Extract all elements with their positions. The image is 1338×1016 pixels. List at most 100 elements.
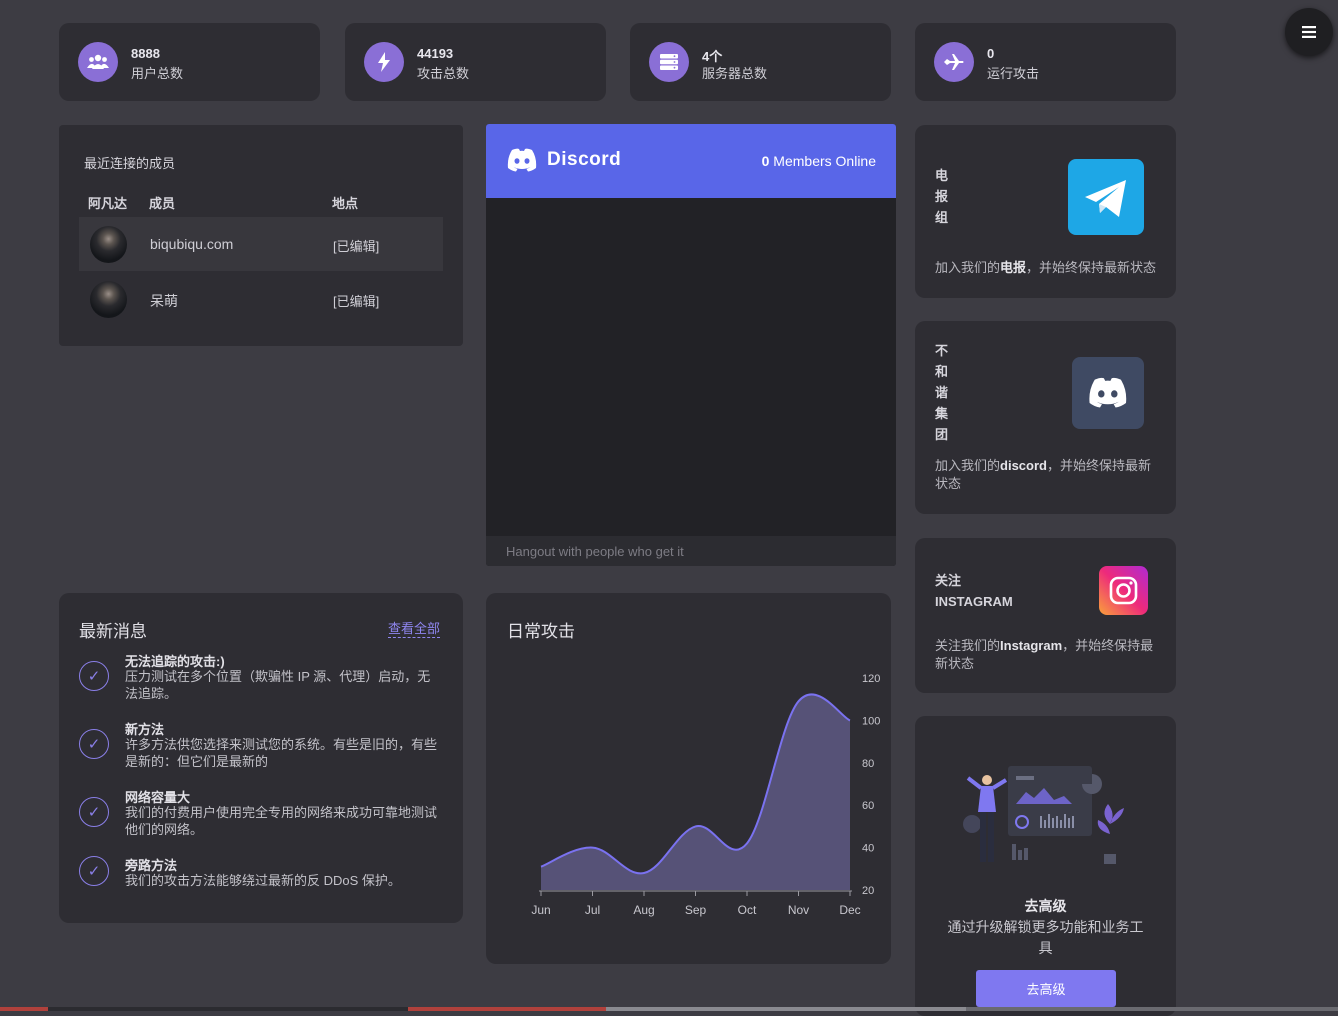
- telegram-desc: 加入我们的电报，并始终保持最新状态: [935, 259, 1161, 277]
- upgrade-title: 去高级: [915, 896, 1176, 916]
- stat-card-running: 0 运行攻击: [915, 23, 1176, 101]
- desc-bold: discord: [1000, 458, 1047, 473]
- discord-widget[interactable]: Discord 0 Members Online Hangout with pe…: [486, 124, 896, 566]
- menu-button[interactable]: [1285, 8, 1333, 56]
- footer-text: Hangout with people who get it: [506, 544, 684, 559]
- desc-prefix: 加入我们的: [935, 458, 1000, 473]
- stat-value: 0: [987, 46, 994, 61]
- y-tick-label: 100: [862, 715, 880, 727]
- discord-brand: Discord: [547, 149, 621, 171]
- online-label: Members Online: [773, 153, 876, 169]
- desc-suffix: ，并始终保持最新状态: [1026, 260, 1156, 275]
- y-tick-label: 80: [862, 758, 874, 770]
- discord-widget-footer: Hangout with people who get it: [486, 536, 896, 566]
- title-char: 报: [935, 186, 948, 207]
- title-char: 集: [935, 403, 948, 424]
- y-tick-label: 60: [862, 800, 874, 812]
- view-all-link[interactable]: 查看全部: [388, 618, 440, 638]
- member-name: 呆萌: [150, 291, 178, 311]
- x-tick-label: Dec: [839, 903, 860, 917]
- title-char: 不: [935, 340, 948, 361]
- x-tick-label: Oct: [738, 903, 757, 917]
- discord-widget-header: Discord 0 Members Online: [486, 124, 896, 198]
- recent-members-card: 最近连接的成员 阿凡达 成员 地点 biqubiqu.com [已编辑] 呆萌 …: [59, 125, 463, 346]
- presentation-illustration: [960, 764, 1130, 874]
- news-item-desc: 许多方法供您选择来测试您的系统。有些是旧的，有些是新的：但它们是最新的: [125, 736, 443, 770]
- news-item-desc: 我们的攻击方法能够绕过最新的反 DDoS 保护。: [125, 872, 443, 889]
- users-icon: [78, 42, 118, 82]
- stat-label: 攻击总数: [417, 63, 469, 82]
- bolt-icon: [364, 42, 404, 82]
- x-tick-label: Nov: [788, 903, 809, 917]
- member-location: [已编辑]: [333, 291, 379, 310]
- instagram-card[interactable]: 关注 INSTAGRAM 关注我们的Instagram，并始终保持最新状态: [915, 538, 1176, 693]
- news-card: 最新消息 查看全部 ✓ 无法追踪的攻击:) 压力测试在多个位置（欺骗性 IP 源…: [59, 593, 463, 923]
- instagram-title: 关注 INSTAGRAM: [935, 570, 1013, 612]
- stat-label: 服务器总数: [702, 63, 767, 82]
- stat-card-users: 8888 用户总数: [59, 23, 320, 101]
- bottom-scrollbar[interactable]: [0, 1007, 1338, 1011]
- y-tick-label: 40: [862, 843, 874, 855]
- table-row: 呆萌 [已编辑]: [79, 272, 443, 326]
- x-tick-label: Jun: [531, 903, 550, 917]
- column-header-avatar: 阿凡达: [88, 193, 127, 212]
- bottom-bar-segment: [408, 1007, 606, 1011]
- plane-icon: [934, 42, 974, 82]
- column-header-location: 地点: [332, 193, 358, 212]
- daily-attacks-chart: Jun Jul Aug Sep Oct Nov Dec20 40 60 80 100 120: [486, 593, 891, 964]
- hamburger-icon: [1302, 26, 1316, 38]
- y-tick-label: 120: [862, 673, 880, 685]
- desc-prefix: 加入我们的: [935, 260, 1000, 275]
- discord-icon[interactable]: [1072, 357, 1144, 429]
- title-line: 关注: [935, 570, 1013, 591]
- card-title: 最近连接的成员: [84, 153, 175, 172]
- x-tick-label: Aug: [633, 903, 654, 917]
- telegram-title: 电 报 组: [935, 165, 948, 228]
- member-name: biqubiqu.com: [150, 236, 233, 252]
- daily-attacks-card: 日常攻击 JunJulAugSepOctNovDec20406080100120: [486, 593, 891, 964]
- telegram-icon[interactable]: [1068, 159, 1144, 235]
- stat-value: 44193: [417, 46, 453, 61]
- stat-card-servers: 4个 服务器总数: [630, 23, 891, 101]
- upgrade-button[interactable]: 去高级: [976, 970, 1116, 1007]
- check-icon: ✓: [79, 729, 109, 759]
- bottom-bar-segment: [606, 1007, 966, 1011]
- avatar: [90, 226, 127, 263]
- news-title: 最新消息: [79, 617, 147, 642]
- column-header-member: 成员: [149, 193, 175, 212]
- y-tick-label: 20: [862, 885, 874, 897]
- discord-logo-icon: [506, 148, 538, 177]
- check-icon: ✓: [79, 661, 109, 691]
- stat-label: 用户总数: [131, 63, 183, 82]
- members-online: 0 Members Online: [762, 153, 876, 169]
- discord-group-desc: 加入我们的discord，并始终保持最新状态: [935, 457, 1161, 493]
- bottom-bar-segment: [48, 1007, 408, 1011]
- x-tick-label: Sep: [685, 903, 707, 917]
- instagram-icon[interactable]: [1099, 566, 1148, 615]
- desc-bold: Instagram: [1000, 638, 1062, 653]
- telegram-card[interactable]: 电 报 组 加入我们的电报，并始终保持最新状态: [915, 125, 1176, 298]
- title-char: 团: [935, 424, 948, 445]
- bottom-bar-segment: [0, 1007, 48, 1011]
- member-location: [已编辑]: [333, 236, 379, 255]
- stat-card-attacks: 44193 攻击总数: [345, 23, 606, 101]
- news-item-desc: 压力测试在多个位置（欺骗性 IP 源、代理）启动，无法追踪。: [125, 668, 443, 702]
- discord-group-title: 不 和 谐 集 团: [935, 340, 948, 445]
- discord-group-card[interactable]: 不 和 谐 集 团 加入我们的discord，并始终保持最新状态: [915, 321, 1176, 514]
- chart-area: [541, 694, 850, 890]
- check-icon: ✓: [79, 856, 109, 886]
- server-icon: [649, 42, 689, 82]
- check-icon: ✓: [79, 797, 109, 827]
- instagram-desc: 关注我们的Instagram，并始终保持最新状态: [935, 637, 1161, 673]
- upgrade-desc: 通过升级解锁更多功能和业务工具: [945, 917, 1146, 959]
- title-line: INSTAGRAM: [935, 591, 1013, 612]
- desc-bold: 电报: [1000, 260, 1026, 275]
- desc-prefix: 关注我们的: [935, 638, 1000, 653]
- x-tick-label: Jul: [585, 903, 600, 917]
- title-char: 谐: [935, 382, 948, 403]
- stat-label: 运行攻击: [987, 63, 1039, 82]
- news-item-desc: 我们的付费用户使用完全专用的网络来成功可靠地测试他们的网络。: [125, 804, 443, 838]
- title-char: 组: [935, 207, 948, 228]
- title-char: 电: [935, 165, 948, 186]
- table-row: biqubiqu.com [已编辑]: [79, 217, 443, 271]
